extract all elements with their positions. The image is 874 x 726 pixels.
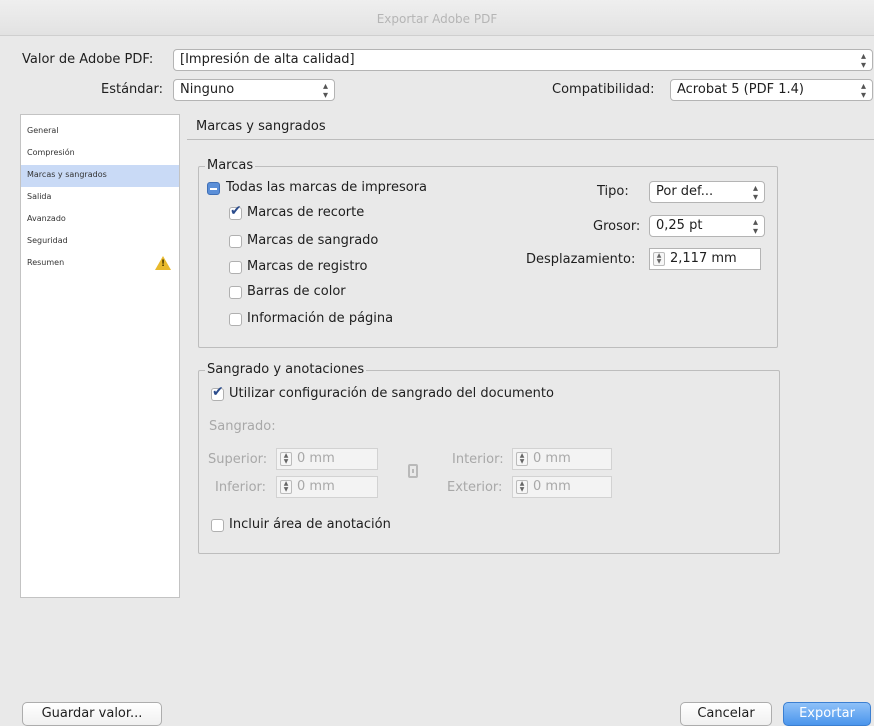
updown-arrows-icon: ▴ ▾	[860, 51, 866, 71]
bottom-bleed-field[interactable]: ▲ ▼ 0 mm	[276, 476, 378, 498]
page-info-label: Información de página	[247, 311, 394, 326]
updown-arrows-icon: ▴ ▾	[322, 81, 328, 101]
registration-marks-label: Marcas de registro	[247, 259, 368, 274]
sidebar-item-general[interactable]: General	[21, 121, 179, 143]
sidebar-item-security[interactable]: Seguridad	[21, 231, 179, 253]
sidebar-item-label: Avanzado	[27, 214, 66, 223]
cancel-button[interactable]: Cancelar	[680, 702, 772, 726]
updown-arrows-icon: ▴ ▾	[752, 183, 758, 203]
page-info-checkbox[interactable]	[229, 313, 242, 326]
weight-value: 0,25 pt	[656, 218, 703, 233]
warning-icon: !	[155, 256, 171, 270]
offset-value: 2,117 mm	[670, 251, 737, 266]
offset-label: Desplazamiento:	[526, 252, 636, 267]
sidebar-item-compression[interactable]: Compresión	[21, 143, 179, 165]
compatibility-value: Acrobat 5 (PDF 1.4)	[677, 82, 804, 97]
compatibility-select[interactable]: Acrobat 5 (PDF 1.4) ▴ ▾	[670, 79, 873, 101]
standard-select[interactable]: Ninguno ▴ ▾	[173, 79, 335, 101]
all-marks-checkbox[interactable]	[207, 182, 220, 195]
outside-bleed-value: 0 mm	[533, 479, 571, 494]
sidebar-item-advanced[interactable]: Avanzado	[21, 209, 179, 231]
bleed-marks-label: Marcas de sangrado	[247, 233, 379, 248]
marks-legend: Marcas	[205, 158, 256, 173]
sidebar-item-label: Seguridad	[27, 236, 68, 245]
panel-title: Marcas y sangrados	[196, 119, 326, 134]
weight-label: Grosor:	[593, 219, 641, 234]
window-title: Exportar Adobe PDF	[376, 12, 498, 26]
slug-area-label: Incluir área de anotación	[229, 517, 391, 532]
offset-field[interactable]: ▲ ▼ 2,117 mm	[649, 248, 761, 270]
crop-marks-checkbox[interactable]	[229, 203, 242, 220]
crop-marks-label: Marcas de recorte	[247, 205, 365, 220]
inside-bleed-value: 0 mm	[533, 451, 571, 466]
top-bleed-value: 0 mm	[297, 451, 335, 466]
stepper-icon[interactable]: ▲ ▼	[653, 252, 665, 266]
top-bleed-field[interactable]: ▲ ▼ 0 mm	[276, 448, 378, 470]
bottom-bleed-label: Inferior:	[215, 480, 267, 495]
stepper-icon[interactable]: ▲ ▼	[516, 452, 528, 466]
sidebar-item-marks-and-bleeds[interactable]: Marcas y sangrados	[21, 165, 179, 187]
sidebar-item-summary[interactable]: Resumen !	[21, 253, 179, 275]
all-marks-label: Todas las marcas de impresora	[226, 180, 428, 195]
save-preset-button[interactable]: Guardar valor...	[22, 702, 162, 726]
preset-value: [Impresión de alta calidad]	[180, 52, 355, 67]
bleed-legend: Sangrado y anotaciones	[205, 362, 367, 377]
sidebar-item-output[interactable]: Salida	[21, 187, 179, 209]
sidebar-item-label: Resumen	[27, 258, 65, 267]
sidebar-item-label: Salida	[27, 192, 52, 201]
type-label: Tipo:	[597, 184, 629, 199]
sidebar-item-label: Compresión	[27, 148, 75, 157]
color-bars-checkbox[interactable]	[229, 286, 242, 299]
stepper-icon[interactable]: ▲ ▼	[516, 480, 528, 494]
color-bars-label: Barras de color	[247, 284, 346, 299]
outside-bleed-field[interactable]: ▲ ▼ 0 mm	[512, 476, 612, 498]
export-button[interactable]: Exportar	[783, 702, 871, 726]
inside-bleed-label: Interior:	[452, 452, 504, 467]
stepper-icon[interactable]: ▲ ▼	[280, 480, 292, 494]
bleed-marks-checkbox[interactable]	[229, 235, 242, 248]
registration-marks-checkbox[interactable]	[229, 261, 242, 274]
stepper-icon[interactable]: ▲ ▼	[280, 452, 292, 466]
preset-select[interactable]: [Impresión de alta calidad] ▴ ▾	[173, 49, 873, 71]
window-titlebar: Exportar Adobe PDF	[0, 0, 874, 36]
slug-area-checkbox[interactable]	[211, 519, 224, 532]
preset-label: Valor de Adobe PDF:	[22, 52, 154, 67]
updown-arrows-icon: ▴ ▾	[860, 81, 866, 101]
top-bleed-label: Superior:	[208, 452, 268, 467]
panel-title-divider	[187, 139, 874, 140]
inside-bleed-field[interactable]: ▲ ▼ 0 mm	[512, 448, 612, 470]
weight-select[interactable]: 0,25 pt ▴ ▾	[649, 215, 765, 237]
sidebar-item-label: Marcas y sangrados	[27, 170, 107, 179]
use-doc-bleed-label: Utilizar configuración de sangrado del d…	[229, 386, 554, 401]
type-value: Por def...	[656, 184, 714, 199]
bottom-bleed-value: 0 mm	[297, 479, 335, 494]
standard-value: Ninguno	[180, 82, 235, 97]
sidebar-item-label: General	[27, 126, 59, 135]
compatibility-label: Compatibilidad:	[552, 82, 655, 97]
use-doc-bleed-checkbox[interactable]	[211, 384, 224, 401]
type-select[interactable]: Por def... ▴ ▾	[649, 181, 765, 203]
standard-label: Estándar:	[101, 82, 164, 97]
updown-arrows-icon: ▴ ▾	[752, 217, 758, 237]
bleed-label: Sangrado:	[209, 419, 276, 434]
category-sidebar: General Compresión Marcas y sangrados Sa…	[20, 114, 180, 598]
outside-bleed-label: Exterior:	[447, 480, 503, 495]
chain-link-icon[interactable]	[408, 464, 418, 478]
